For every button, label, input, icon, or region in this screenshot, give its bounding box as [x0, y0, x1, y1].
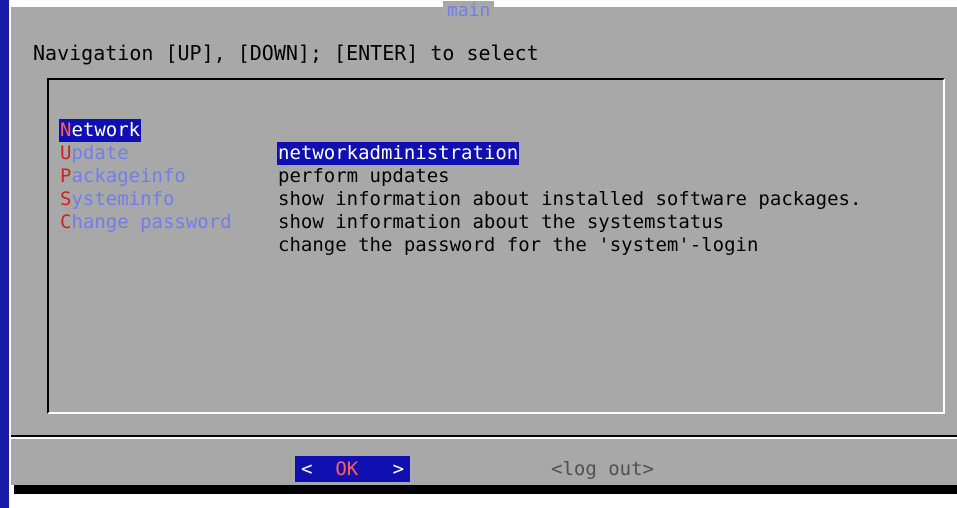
hotkey-letter: C: [60, 211, 72, 233]
menu-item-systeminfo[interactable]: Systeminfo show information about the sy…: [59, 165, 724, 233]
ok-right-bracket: >: [392, 458, 405, 480]
ok-button[interactable]: < OK >: [295, 456, 411, 482]
menu-item-tag-rest: hange password: [71, 211, 232, 233]
menu-item-change-password[interactable]: Change password change the password for …: [59, 188, 758, 256]
menu-item-packageinfo[interactable]: Packageinfo show information about insta…: [59, 142, 861, 210]
ok-label: OK: [335, 458, 359, 480]
menu-item-tag: Change password: [59, 211, 233, 234]
button-separator: [11, 435, 957, 439]
navigation-hint: Navigation [UP], [DOWN]; [ENTER] to sele…: [33, 41, 539, 65]
menu-item-description: networkadministration: [277, 142, 520, 165]
dialog-shadow: [14, 485, 957, 494]
menu-item-description: perform updates: [278, 165, 450, 187]
dialog-title: main: [443, 1, 495, 21]
ok-left-bracket: <: [301, 458, 313, 480]
menu-item-update[interactable]: Update perform updates: [59, 119, 450, 187]
log-out-button[interactable]: <log out>: [551, 456, 654, 482]
menu-list: Network networkadministration Update per…: [47, 78, 945, 414]
menu-item-description: show information about the systemstatus: [278, 211, 725, 233]
screen-background: [0, 0, 9, 508]
menu-item-description: show information about installed softwar…: [278, 188, 862, 210]
menu-item-network[interactable]: Network networkadministration: [59, 96, 520, 165]
main-dialog: main Navigation [UP], [DOWN]; [ENTER] to…: [9, 1, 957, 485]
menu-item-description: change the password for the 'system'-log…: [278, 234, 759, 256]
